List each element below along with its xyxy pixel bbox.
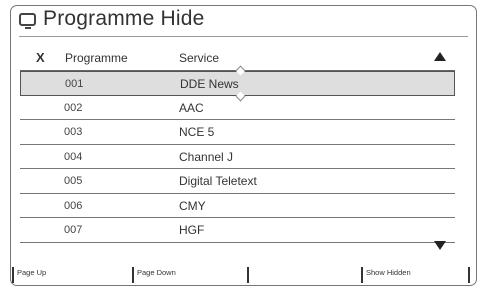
tv-icon — [19, 13, 36, 29]
service-name: Channel J — [179, 149, 234, 164]
service-name: Digital Teletext — [179, 174, 257, 188]
column-header-hide: X — [36, 50, 45, 65]
show-hidden-button[interactable]: Show Hidden — [361, 267, 468, 283]
title-divider — [19, 36, 468, 37]
column-header-service: Service — [179, 51, 220, 65]
table-row[interactable]: 006 CMY — [20, 194, 455, 218]
service-name: AAC — [179, 100, 204, 115]
table-row[interactable]: 003 NCE 5 — [20, 120, 455, 145]
programme-number: 002 — [64, 101, 83, 114]
table-row[interactable]: 007 HGF — [20, 218, 455, 243]
table-row-selected[interactable]: 001 DDE News — [20, 65, 455, 101]
programme-number: 003 — [64, 126, 83, 138]
service-name: NCE 5 — [179, 125, 215, 139]
scroll-down-arrow-icon[interactable] — [434, 241, 446, 250]
service-name: HGF — [179, 223, 205, 237]
programme-number: 005 — [64, 175, 83, 187]
programme-number: 001 — [65, 78, 84, 90]
table-row[interactable]: 002 AAC — [20, 96, 455, 120]
blank-function-button[interactable] — [247, 267, 361, 283]
table-row[interactable]: 005 Digital Teletext — [20, 169, 455, 194]
function-bar-end — [468, 267, 470, 283]
page-down-button[interactable]: Page Down — [132, 267, 247, 283]
column-header-programme: Programme — [65, 51, 128, 65]
programme-number: 006 — [64, 199, 83, 212]
service-name: CMY — [179, 198, 206, 213]
programme-number: 007 — [64, 224, 83, 236]
function-key-bar: Page Up Page Down Show Hidden — [12, 267, 475, 285]
window-title: Programme Hide — [43, 7, 205, 30]
programme-list: 001 DDE News 002 AAC 003 NCE 5 004 Chann… — [20, 65, 455, 243]
service-name: DDE News — [180, 77, 239, 91]
scroll-up-arrow-icon[interactable] — [434, 52, 446, 61]
programme-number: 004 — [64, 150, 83, 163]
page-up-button[interactable]: Page Up — [12, 267, 132, 283]
table-row[interactable]: 004 Channel J — [20, 145, 455, 169]
